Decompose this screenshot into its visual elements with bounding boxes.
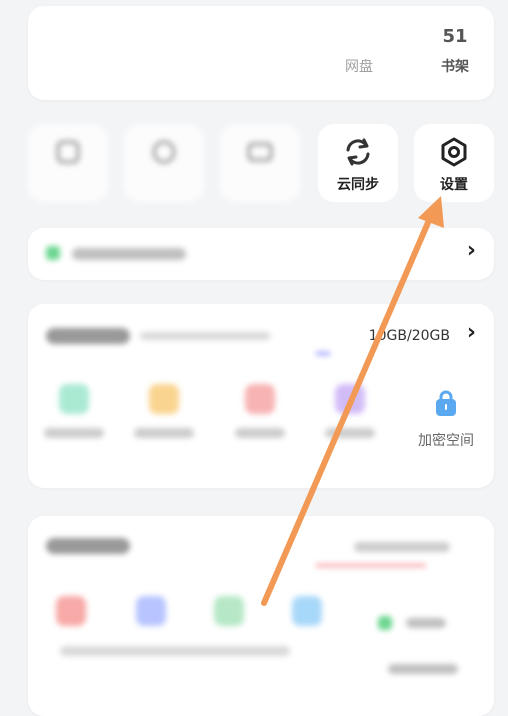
arrow-shaft xyxy=(261,215,433,606)
arrow-annotation xyxy=(261,196,444,606)
